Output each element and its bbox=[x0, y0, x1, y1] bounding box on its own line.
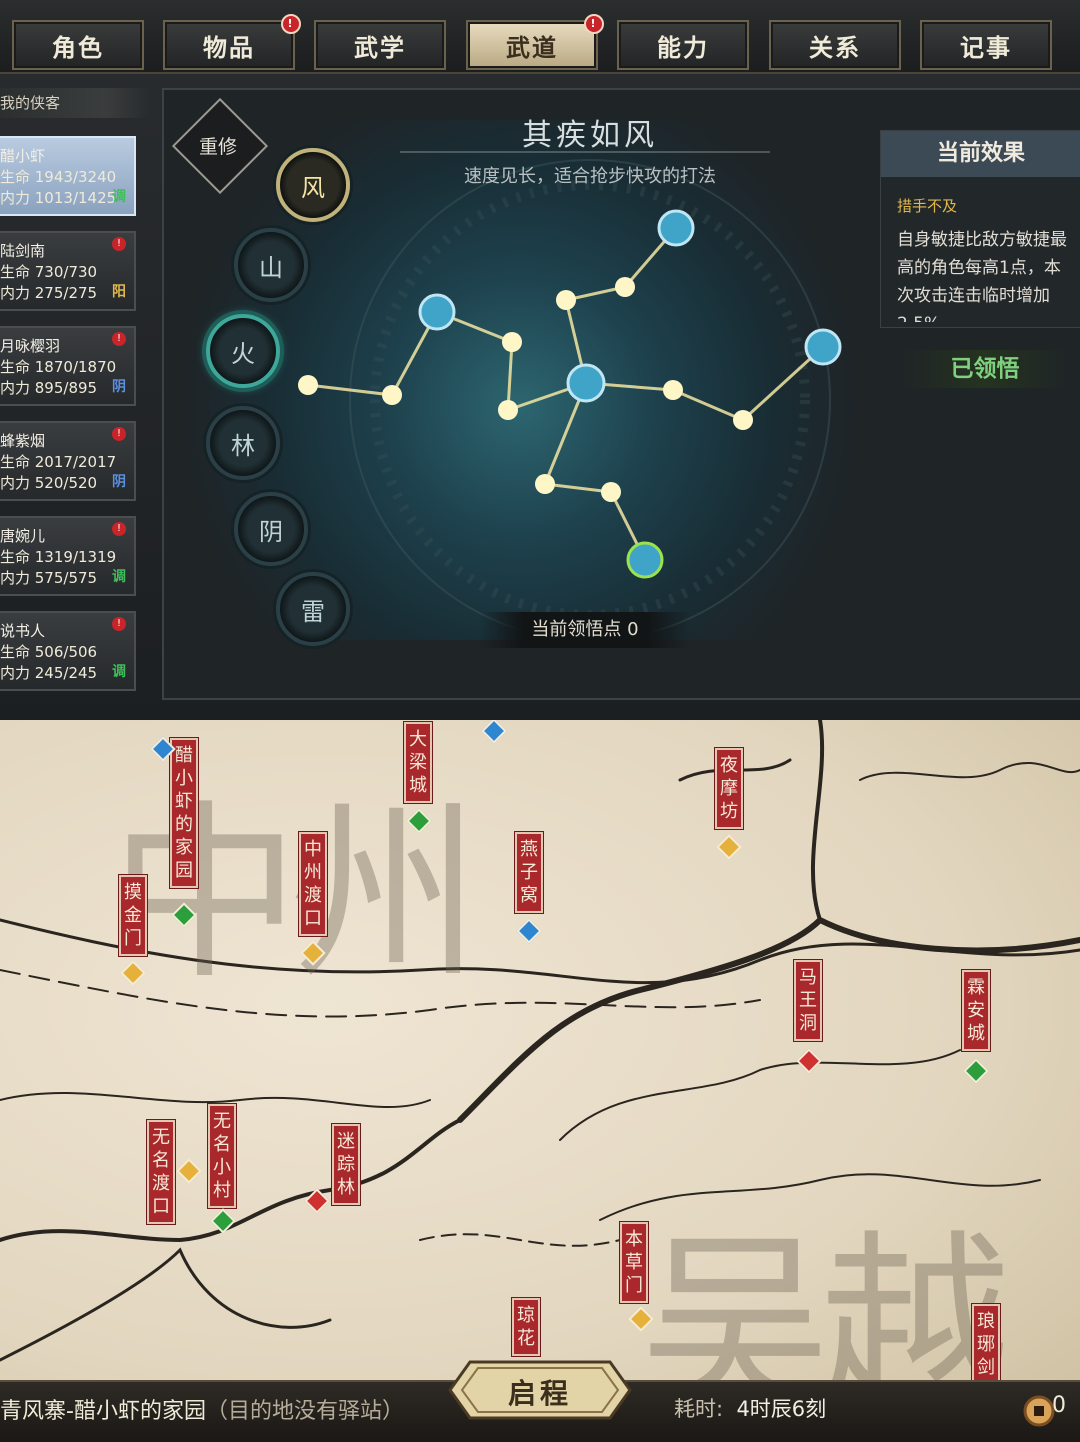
coin-icon bbox=[1023, 1395, 1055, 1427]
element-mountain[interactable]: 山 bbox=[234, 228, 308, 302]
element-forest[interactable]: 林 bbox=[206, 406, 280, 480]
place-linan[interactable]: 霖安城 bbox=[962, 970, 990, 1051]
world-map[interactable]: 中州 吴越 醋小虾的家园 摸金门 中州渡口 大梁城 燕子窝 夜摩坊 马王洞 霖安… bbox=[0, 720, 1080, 1440]
place-home[interactable]: 醋小虾的家园 bbox=[170, 738, 198, 888]
coin-count: 0 bbox=[1052, 1393, 1066, 1418]
effect-text: 自身敏捷比敌方敏捷最高的角色每高1点，本次攻击连击临时增加2.5% bbox=[897, 230, 1067, 322]
place-mizonglin[interactable]: 迷踪林 bbox=[332, 1124, 360, 1205]
place-qionghua[interactable]: 琼花 bbox=[512, 1298, 540, 1356]
skill-description: 速度见长，适合抢步快攻的打法 bbox=[464, 166, 716, 187]
place-yanziwo[interactable]: 燕子窝 bbox=[515, 832, 543, 913]
learned-status: 已领悟 bbox=[900, 350, 1070, 388]
element-yin[interactable]: 阴 bbox=[234, 492, 308, 566]
place-wuming-village[interactable]: 无名小村 bbox=[208, 1104, 236, 1208]
place-mawangdong[interactable]: 马王洞 bbox=[794, 960, 822, 1041]
element-thunder[interactable]: 雷 bbox=[276, 572, 350, 646]
depart-label: 启程 bbox=[507, 1377, 572, 1410]
place-wuming-ferry[interactable]: 无名渡口 bbox=[147, 1120, 175, 1224]
skill-title: 其疾如风 bbox=[522, 118, 658, 153]
place-daliang[interactable]: 大梁城 bbox=[404, 722, 432, 803]
element-fire[interactable]: 火 bbox=[206, 314, 280, 388]
place-mojinmen[interactable]: 摸金门 bbox=[119, 875, 147, 956]
reset-label: 重修 bbox=[198, 136, 237, 158]
skill-nodes[interactable] bbox=[418, 209, 842, 579]
place-zhongzhou-ferry[interactable]: 中州渡口 bbox=[299, 832, 327, 936]
effect-panel: 当前效果 措手不及 自身敏捷比敌方敏捷最高的角色每高1点，本次攻击连击临时增加2… bbox=[880, 130, 1080, 328]
place-bencaomen[interactable]: 本草门 bbox=[620, 1222, 648, 1303]
effect-name: 措手不及 bbox=[897, 197, 958, 215]
effect-title: 当前效果 bbox=[881, 131, 1080, 177]
element-wind[interactable]: 风 bbox=[276, 148, 350, 222]
travel-time: 耗时: 4时辰6刻 bbox=[674, 1397, 827, 1421]
character-panel: 角色 物品! 武学 武道! 能力 关系 记事 我的侠客 醋小虾 生命 1943/… bbox=[0, 0, 1080, 720]
insight-points: 当前领悟点 0 bbox=[480, 612, 690, 648]
destination-text: 青风寨-醋小虾的家园（目的地没有驿站） bbox=[0, 1399, 404, 1424]
place-yemofang[interactable]: 夜摩坊 bbox=[715, 748, 743, 829]
place-langya[interactable]: 琅琊剑 bbox=[972, 1304, 1000, 1385]
